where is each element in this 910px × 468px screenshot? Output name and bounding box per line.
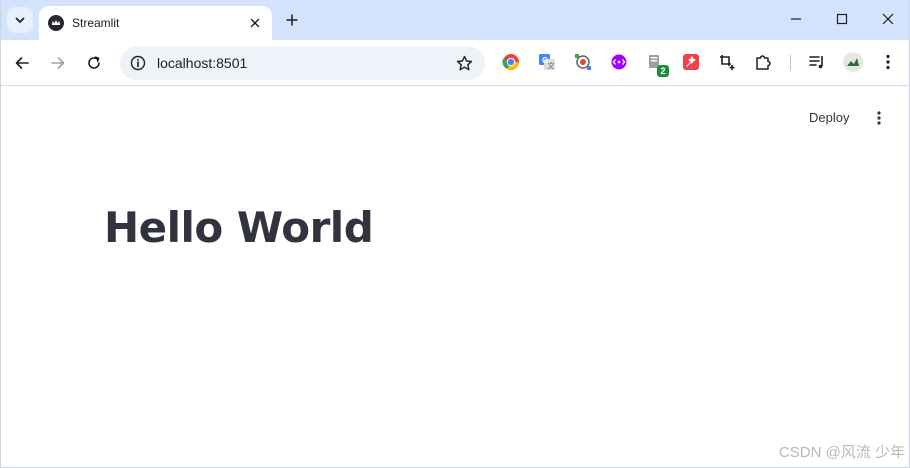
- chrome-circle-icon[interactable]: [501, 52, 521, 72]
- google-translate-icon[interactable]: G 文: [537, 52, 557, 72]
- active-tab[interactable]: Streamlit: [39, 6, 272, 40]
- deploy-button[interactable]: Deploy: [801, 105, 857, 129]
- close-icon: [882, 13, 894, 25]
- forward-button[interactable]: [44, 49, 72, 77]
- toolbar-divider: [790, 55, 791, 71]
- more-vert-icon: [886, 54, 890, 70]
- red-star-extension-icon[interactable]: [681, 52, 701, 72]
- app-menu-button[interactable]: [867, 106, 891, 130]
- more-vert-icon: [877, 111, 881, 125]
- profile-avatar[interactable]: [842, 51, 864, 73]
- puzzle-extensions-icon[interactable]: [753, 52, 773, 72]
- reload-icon: [88, 56, 100, 69]
- green-badge-extension-icon[interactable]: 2: [645, 52, 669, 77]
- page-title: Hello World: [104, 203, 374, 252]
- info-icon: [130, 55, 146, 71]
- purple-extension-icon[interactable]: [609, 52, 629, 72]
- star-icon: [456, 55, 472, 70]
- minimize-button[interactable]: [773, 0, 819, 38]
- streamlit-page: Deploy Hello World CSDN @风流 少年: [1, 87, 909, 467]
- arrow-left-icon: [15, 57, 29, 69]
- reload-button[interactable]: [80, 49, 108, 77]
- minimize-icon: [791, 18, 801, 20]
- tab-search-button[interactable]: [7, 7, 33, 33]
- back-button[interactable]: [8, 49, 36, 77]
- extension-badge: 2: [657, 65, 669, 77]
- arrow-right-icon: [51, 57, 65, 69]
- crop-add-icon[interactable]: [717, 52, 737, 72]
- watermark: CSDN @风流 少年: [778, 444, 905, 461]
- svg-text:文: 文: [548, 61, 555, 70]
- chevron-down-icon: [15, 17, 25, 23]
- tab-title: Streamlit: [72, 16, 120, 30]
- tab-close-button[interactable]: [245, 13, 265, 33]
- browser-menu-button[interactable]: [878, 52, 898, 72]
- close-icon: [250, 18, 260, 28]
- browser-toolbar: localhost:8501 G 文 2: [1, 40, 909, 86]
- site-info-button[interactable]: [128, 53, 148, 73]
- new-tab-button[interactable]: [281, 9, 303, 31]
- screen-capture-icon[interactable]: [573, 52, 593, 72]
- reading-list-icon[interactable]: [807, 52, 827, 72]
- url-text[interactable]: localhost:8501: [157, 55, 247, 71]
- plus-icon: [286, 14, 298, 26]
- address-bar[interactable]: localhost:8501: [120, 46, 485, 80]
- window-close-button[interactable]: [865, 0, 909, 38]
- bookmark-star-button[interactable]: [453, 52, 475, 74]
- streamlit-crown-icon: [48, 15, 64, 31]
- maximize-button[interactable]: [819, 0, 865, 38]
- browser-window: Streamlit localhost:8501 G 文 2 Deploy He…: [0, 0, 910, 468]
- maximize-icon: [836, 13, 848, 25]
- tab-strip: Streamlit: [1, 0, 909, 40]
